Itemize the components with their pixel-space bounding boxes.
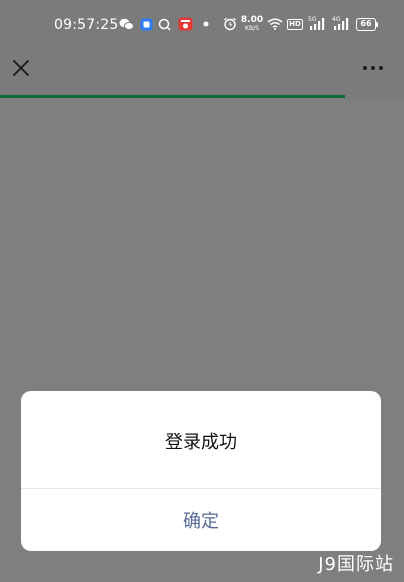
app-red-icon (177, 15, 193, 33)
net-speed-value: 8.00 (240, 15, 264, 25)
more-dots-icon[interactable] (362, 60, 384, 76)
confirm-button[interactable]: 确定 (21, 489, 381, 551)
wechat-icon (118, 15, 134, 33)
signal2-label: 4G (332, 16, 341, 23)
nav-bar (0, 48, 404, 92)
hd-label: HD (287, 18, 303, 30)
dialog-body: 登录成功 (21, 391, 381, 488)
status-time: 09:57:25 (54, 17, 119, 33)
signal1-label: 5G (308, 16, 317, 23)
top-bar: 09:57:25 8.00 KB/S HD 5G 4G 66 (0, 0, 404, 99)
battery-level: 66 (360, 19, 372, 28)
hd-icon: HD (287, 15, 303, 33)
signal-5g-icon: 5G (308, 15, 328, 33)
alarm-icon (223, 15, 237, 33)
watermark: J9国际站 (318, 554, 394, 575)
signal-4g-icon: 4G (332, 15, 352, 33)
net-speed: 8.00 KB/S (241, 13, 263, 35)
dot-icon (202, 15, 210, 33)
battery-icon: 66 (356, 15, 378, 33)
close-icon[interactable] (10, 57, 32, 79)
app-blue-icon (139, 15, 153, 33)
page-load-progress-fill (0, 95, 346, 98)
wifi-icon (266, 15, 283, 33)
dialog-message: 登录成功 (165, 432, 237, 453)
page-load-progress (0, 95, 404, 98)
net-speed-unit: KB/S (245, 25, 259, 32)
alert-dialog: 登录成功 确定 (21, 391, 381, 551)
status-bar: 09:57:25 8.00 KB/S HD 5G 4G 66 (0, 0, 404, 48)
chat-bubble-icon (158, 15, 172, 33)
